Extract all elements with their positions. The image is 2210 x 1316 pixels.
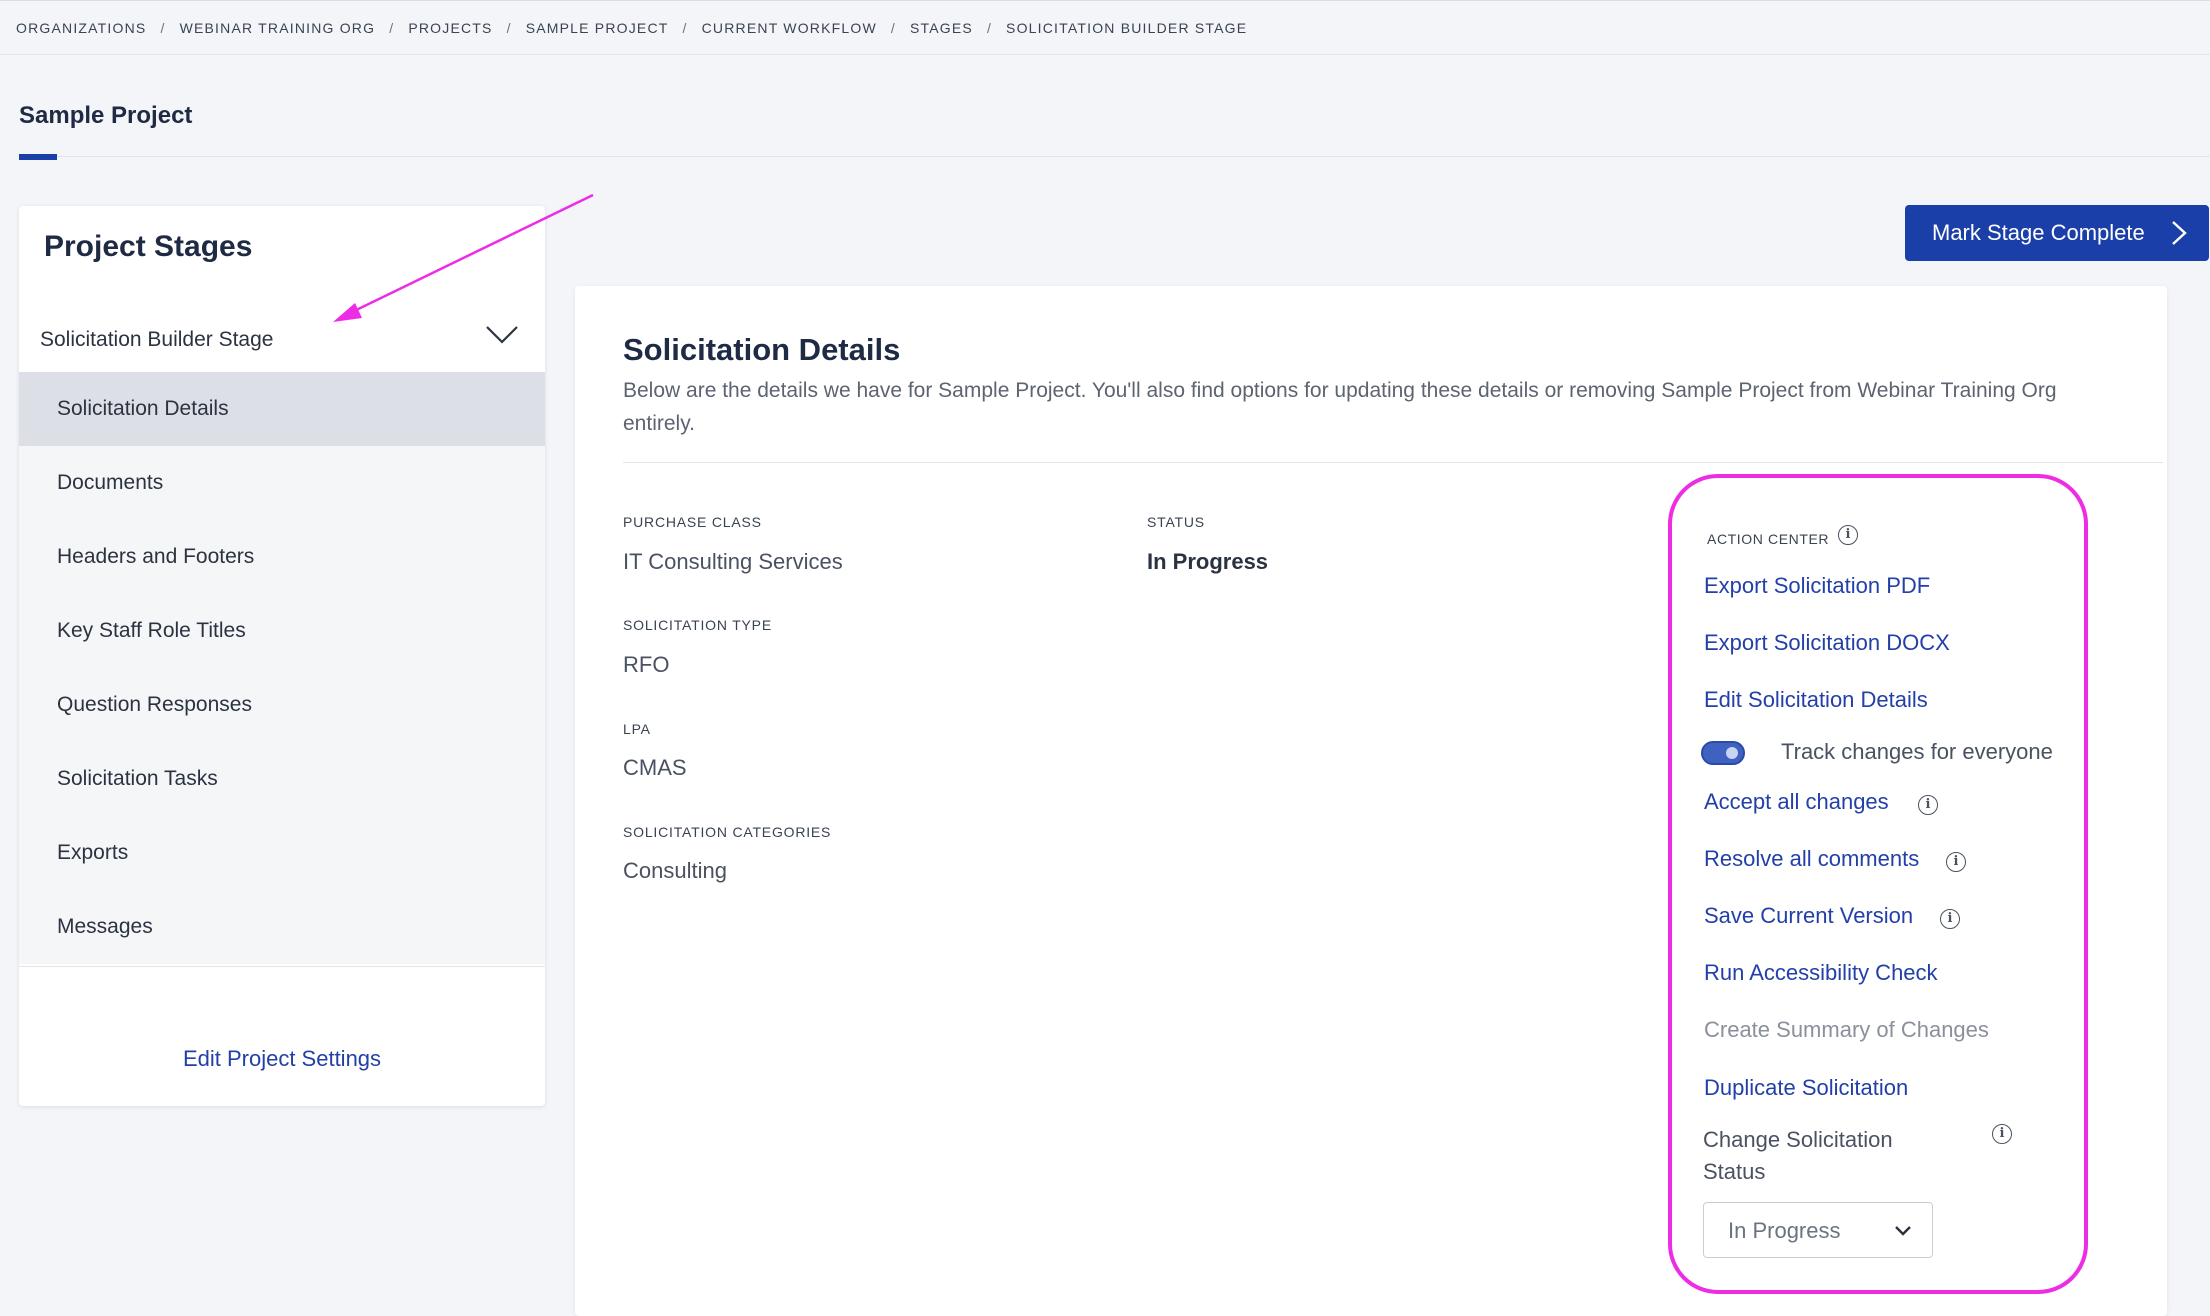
solicitation-type-value: RFO [623, 652, 670, 677]
run-accessibility-check-link[interactable]: Run Accessibility Check [1704, 960, 1938, 986]
track-changes-toggle[interactable] [1701, 741, 1745, 765]
breadcrumb-solicitation-builder-stage[interactable]: SOLICITATION BUILDER STAGE [1006, 20, 1247, 36]
toggle-knob [1726, 747, 1738, 759]
stage-item-documents[interactable]: Documents [19, 446, 545, 520]
stage-item-exports[interactable]: Exports [19, 816, 545, 890]
chevron-right-icon [2172, 221, 2187, 245]
details-description: Below are the details we have for Sample… [623, 379, 2057, 435]
stage-list-divider [19, 966, 545, 967]
export-solicitation-docx-link[interactable]: Export Solicitation DOCX [1704, 630, 1950, 656]
top-border [0, 0, 2210, 1]
details-divider [623, 462, 2163, 463]
breadcrumb-separator: / [389, 20, 395, 36]
stage-item-key-staff-role-titles[interactable]: Key Staff Role Titles [19, 594, 545, 668]
tab-sample-project[interactable]: Sample Project [19, 102, 192, 130]
breadcrumb: ORGANIZATIONS / WEBINAR TRAINING ORG / P… [16, 15, 1247, 41]
create-summary-of-changes-link: Create Summary of Changes [1704, 1017, 1989, 1042]
mark-stage-complete-button[interactable]: Mark Stage Complete [1905, 205, 2209, 261]
solicitation-type-label: SOLICITATION TYPE [623, 617, 772, 633]
stage-dropdown[interactable]: Solicitation Builder Stage [19, 310, 545, 370]
mark-stage-complete-label: Mark Stage Complete [1932, 220, 2145, 245]
details-title: Solicitation Details [623, 332, 901, 367]
breadcrumb-stages[interactable]: STAGES [910, 20, 973, 36]
track-changes-label: Track changes for everyone [1781, 739, 2053, 764]
lpa-value: CMAS [623, 755, 687, 780]
purchase-class-label: PURCHASE CLASS [623, 514, 762, 530]
stage-item-solicitation-tasks[interactable]: Solicitation Tasks [19, 742, 545, 816]
info-icon[interactable]: i [1838, 525, 1858, 545]
project-stages-title: Project Stages [44, 230, 253, 263]
breadcrumb-separator: / [506, 20, 512, 36]
resolve-all-comments-link[interactable]: Resolve all comments [1704, 846, 1919, 872]
action-center-label: ACTION CENTER [1707, 531, 1830, 547]
solicitation-status-select[interactable]: In Progress [1703, 1202, 1933, 1258]
chevron-down-icon [486, 326, 518, 344]
export-solicitation-pdf-link[interactable]: Export Solicitation PDF [1704, 573, 1930, 599]
save-current-version-link[interactable]: Save Current Version [1704, 903, 1913, 929]
solicitation-categories-label: SOLICITATION CATEGORIES [623, 824, 832, 840]
breadcrumb-current-workflow[interactable]: CURRENT WORKFLOW [702, 20, 877, 36]
edit-project-settings-link[interactable]: Edit Project Settings [19, 1046, 545, 1072]
status-label: STATUS [1147, 514, 1205, 530]
stage-item-question-responses[interactable]: Question Responses [19, 668, 545, 742]
info-icon[interactable]: i [1940, 909, 1960, 929]
info-icon[interactable]: i [1918, 795, 1938, 815]
stage-item-headers-and-footers[interactable]: Headers and Footers [19, 520, 545, 594]
breadcrumb-organizations[interactable]: ORGANIZATIONS [16, 20, 146, 36]
accept-all-changes-link[interactable]: Accept all changes [1704, 789, 1889, 815]
breadcrumb-separator: / [986, 20, 993, 36]
stage-dropdown-label: Solicitation Builder Stage [40, 328, 274, 351]
active-tab-indicator [19, 154, 57, 160]
breadcrumb-projects[interactable]: PROJECTS [408, 20, 492, 36]
chevron-down-icon [1895, 1226, 1911, 1236]
purchase-class-value: IT Consulting Services [623, 549, 843, 574]
breadcrumb-separator: / [160, 20, 166, 36]
breadcrumb-separator: / [890, 20, 896, 36]
change-solicitation-status-label: Change Solicitation Status [1703, 1127, 1893, 1184]
breadcrumb-sample-project[interactable]: SAMPLE PROJECT [526, 20, 669, 36]
status-value: In Progress [1147, 549, 1269, 574]
breadcrumb-webinar-training-org[interactable]: WEBINAR TRAINING ORG [180, 20, 376, 36]
tab-divider [57, 156, 2210, 157]
project-stages-panel: Project Stages Solicitation Builder Stag… [19, 206, 545, 1106]
stage-items-list: Solicitation Details Documents Headers a… [19, 372, 545, 964]
stage-item-messages[interactable]: Messages [19, 890, 545, 964]
info-icon[interactable]: i [1946, 852, 1966, 872]
duplicate-solicitation-link[interactable]: Duplicate Solicitation [1704, 1075, 1908, 1101]
info-icon[interactable]: i [1992, 1124, 2012, 1144]
edit-solicitation-details-link[interactable]: Edit Solicitation Details [1704, 687, 1928, 713]
breadcrumb-divider [0, 54, 2210, 55]
stage-item-solicitation-details[interactable]: Solicitation Details [19, 372, 545, 446]
lpa-label: LPA [623, 721, 651, 737]
breadcrumb-separator: / [682, 20, 688, 36]
status-select-value: In Progress [1728, 1218, 1841, 1243]
solicitation-categories-value: Consulting [623, 858, 727, 883]
